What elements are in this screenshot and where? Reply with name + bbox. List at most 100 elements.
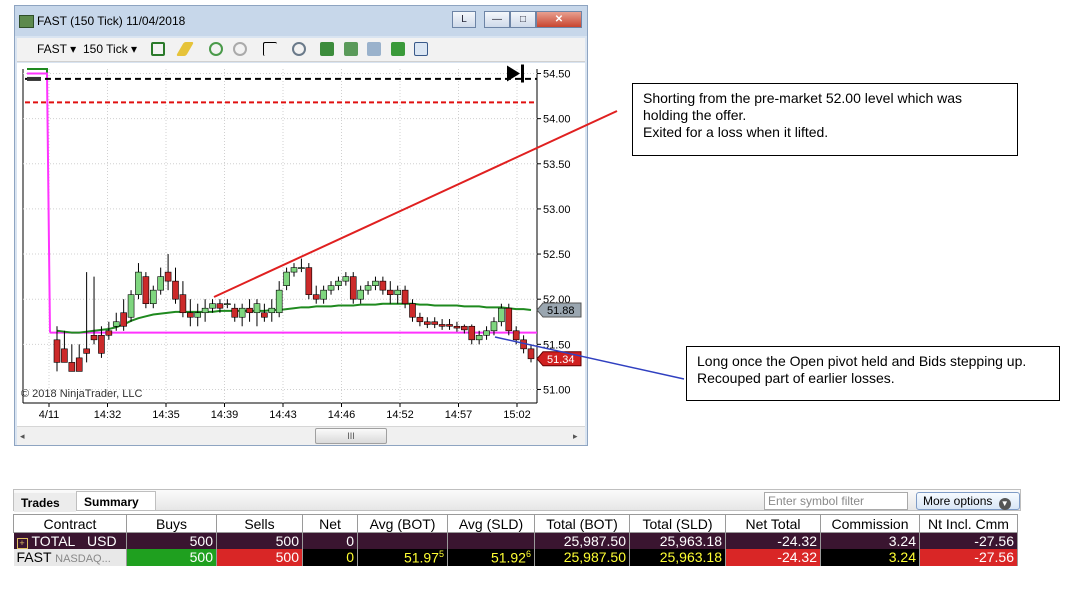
candle-body [409, 303, 416, 318]
horizontal-scrollbar[interactable]: ◂ III ▸ [17, 426, 585, 445]
column-header[interactable]: Avg (SLD) [447, 514, 535, 533]
x-tick-label: 14:46 [328, 409, 356, 421]
interval-selector[interactable]: 150 Tick ▾ [83, 42, 137, 56]
chart-plot-area[interactable]: 54.50 54.00 53.50 53.00 52.50 52.00 51.50 51.00… [17, 63, 585, 426]
scroll-right-arrow[interactable]: ▸ [573, 431, 578, 442]
candle-body [483, 330, 490, 336]
maximize-button[interactable]: □ [510, 11, 536, 28]
candle-body [194, 312, 202, 318]
chart-trader-icon[interactable] [367, 42, 381, 56]
candle-body [172, 280, 179, 300]
avg-sld-value: 51.92 [490, 549, 526, 566]
long-trade-note: Long once the Open pivot held and Bids s… [686, 346, 1060, 401]
total-bot-cell: 25,987.50 [534, 532, 630, 549]
commission-cell: 3.24 [820, 549, 920, 566]
candle-body [75, 357, 83, 372]
avg-sld-cell [447, 532, 535, 549]
contract-name: TOTAL [31, 533, 76, 549]
chart-window: FAST (150 Tick) 11/04/2018 L — □ ✕ FAST … [14, 5, 588, 446]
x-tick-label: 15:02 [503, 409, 531, 421]
column-header[interactable]: Net Total [725, 514, 821, 533]
expand-icon[interactable]: + [16, 538, 28, 549]
minimize-button[interactable]: — [484, 11, 510, 28]
column-header[interactable]: Buys [126, 514, 217, 533]
y-tick-label: 51.00 [543, 384, 571, 396]
strategies-icon[interactable] [344, 42, 358, 56]
candle-body [135, 271, 142, 295]
column-header[interactable]: Total (SLD) [629, 514, 726, 533]
candle-body [327, 285, 335, 291]
commission-cell: 3.24 [820, 532, 920, 549]
contract-name: FAST [16, 549, 52, 566]
current-price-label: 51.88 [547, 305, 575, 317]
column-header[interactable]: Net [302, 514, 358, 533]
chevron-down-icon: ▼ [998, 498, 1011, 510]
candle-body [112, 321, 120, 327]
end-marker-bar-icon [521, 64, 524, 83]
symbol-filter-input[interactable]: Enter symbol filter [764, 492, 908, 510]
column-header[interactable]: Commission [820, 514, 920, 533]
last-price-label: 51.34 [547, 354, 575, 366]
link-button[interactable]: L [452, 11, 476, 28]
grid-header-row: Contract Buys Sells Net Avg (BOT) Avg (S… [13, 514, 1018, 533]
window-title: FAST (150 Tick) 11/04/2018 [37, 14, 186, 28]
candle-body [431, 321, 439, 325]
candle-body [127, 294, 135, 318]
tab-summary[interactable]: Summary [76, 491, 156, 510]
y-tick-label: 52.50 [543, 249, 571, 261]
add-indicator-icon[interactable] [209, 42, 223, 56]
candle-body [372, 280, 379, 286]
candle-body [98, 334, 105, 354]
scroll-thumb[interactable]: III [315, 428, 387, 444]
candle-body [290, 267, 298, 273]
scroll-left-arrow[interactable]: ◂ [20, 431, 25, 442]
total-bot-cell: 25,987.50 [534, 549, 630, 566]
column-header[interactable]: Total (BOT) [534, 514, 630, 533]
net-total-cell: -24.32 [725, 549, 821, 566]
column-header[interactable]: Nt Incl. Cmm [919, 514, 1018, 533]
instrument-selector[interactable]: FAST ▾ [37, 42, 76, 56]
y-tick-label: 53.50 [543, 159, 571, 171]
close-button[interactable]: ✕ [536, 11, 582, 28]
x-tick-label: 14:52 [386, 409, 414, 421]
remove-icon[interactable] [233, 42, 247, 56]
candle-body [216, 303, 224, 309]
chart-style-icon[interactable] [151, 42, 165, 56]
note-line: Long once the Open pivot held and Bids s… [697, 353, 1027, 369]
candle-body [446, 324, 453, 327]
net-incl-commission-cell: -27.56 [919, 549, 1018, 566]
column-header[interactable]: Contract [13, 514, 127, 533]
table-row-total[interactable]: + TOTAL USD 500 500 0 25,987.50 25,963.18… [13, 532, 1018, 549]
more-options-button[interactable]: More options ▼ [916, 492, 1020, 510]
dollar-icon[interactable] [391, 42, 405, 56]
pencil-icon[interactable] [175, 42, 195, 56]
candle-body [342, 276, 350, 282]
trades-summary-grid: Contract Buys Sells Net Avg (BOT) Avg (S… [13, 514, 1018, 566]
candle-body [394, 289, 401, 295]
candle-body [83, 348, 90, 354]
column-header[interactable]: Avg (BOT) [357, 514, 448, 533]
tab-trades[interactable]: Trades [14, 493, 76, 512]
zoom-icon[interactable] [292, 42, 306, 56]
candle-body [498, 307, 505, 323]
note-line: holding the offer. [643, 107, 747, 123]
candle-body [461, 325, 468, 331]
crosshair-icon[interactable] [263, 42, 277, 56]
price-chart[interactable]: 54.5054.0053.5053.0052.5052.0051.5051.00… [17, 63, 585, 426]
table-row-fast[interactable]: FAST NASDAQ... 500 500 0 51.975 51.926 2… [13, 549, 1018, 566]
properties-icon[interactable] [414, 42, 428, 56]
sells-cell: 500 [216, 549, 303, 566]
candle-body [275, 289, 283, 314]
candle-body [224, 303, 231, 306]
candle-body [416, 316, 424, 323]
indicators-icon[interactable] [320, 42, 334, 56]
candle-body [179, 294, 187, 314]
contract-cell: FAST NASDAQ... [13, 549, 127, 566]
candle-body [401, 289, 409, 305]
candle-body [253, 303, 261, 314]
x-tick-label: 14:35 [152, 409, 180, 421]
x-tick-label: 14:32 [94, 409, 122, 421]
candle-body [268, 307, 276, 314]
column-header[interactable]: Sells [216, 514, 303, 533]
candle-body [61, 348, 68, 363]
